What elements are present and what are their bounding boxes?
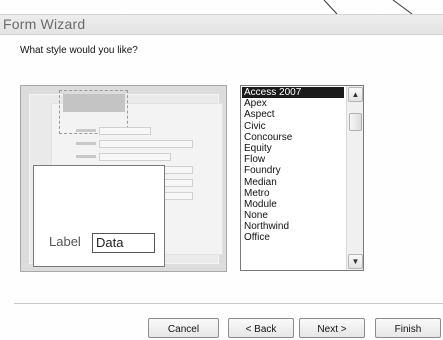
style-item[interactable]: Metro (242, 188, 344, 199)
style-item[interactable]: Office (242, 232, 344, 243)
style-item[interactable]: Module (242, 199, 344, 210)
cancel-button[interactable]: Cancel (148, 318, 219, 338)
style-item[interactable]: Concourse (242, 132, 344, 143)
style-item[interactable]: Median (242, 177, 344, 188)
style-item[interactable]: Aspect (242, 109, 344, 120)
scroll-thumb[interactable] (349, 113, 362, 131)
preview-zoom-card: Label Data (33, 165, 165, 267)
title-bar: Form Wizard (0, 14, 443, 35)
style-item[interactable]: Civic (242, 121, 344, 132)
finish-button[interactable]: Finish (375, 318, 441, 338)
style-item[interactable]: Apex (242, 98, 344, 109)
preview-data-field: Data (92, 233, 155, 253)
next-button[interactable]: Next > (299, 318, 365, 338)
style-item[interactable]: None (242, 210, 344, 221)
style-item[interactable]: Equity (242, 143, 344, 154)
preview-label: Label (49, 234, 81, 249)
separator (14, 303, 443, 305)
scroll-down-icon[interactable]: ▼ (348, 254, 363, 269)
window-title: Form Wizard (3, 16, 86, 32)
scroll-up-icon[interactable]: ▲ (348, 87, 363, 102)
style-item[interactable]: Northwind (242, 221, 344, 232)
prompt-text: What style would you like? (20, 45, 138, 56)
style-item[interactable]: Flow (242, 154, 344, 165)
style-list-scrollbar[interactable]: ▲ ▼ (346, 86, 363, 270)
style-list[interactable]: Access 2007 Apex Aspect Civic Concourse Equit… (240, 85, 364, 271)
style-items: Access 2007 Apex Aspect Civic Concourse Equit… (241, 86, 363, 244)
style-item[interactable]: Foundry (242, 165, 344, 176)
back-button[interactable]: < Back (228, 318, 294, 338)
style-item[interactable]: Access 2007 (242, 87, 344, 99)
